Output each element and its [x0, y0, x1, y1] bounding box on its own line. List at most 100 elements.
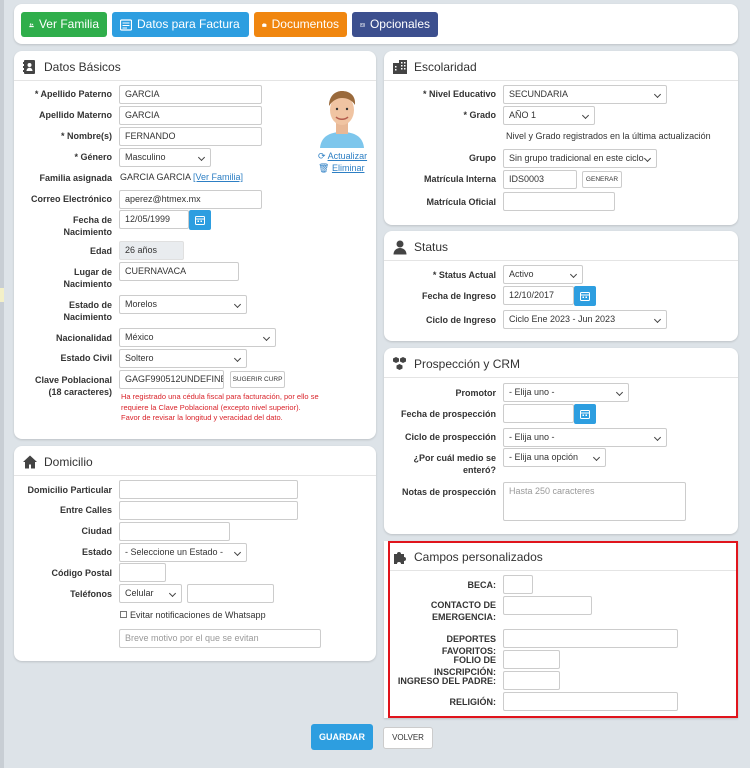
- volver-button[interactable]: VOLVER: [383, 727, 433, 749]
- folio-input[interactable]: [503, 650, 560, 669]
- divider: [390, 570, 736, 571]
- ciudad-input[interactable]: [119, 522, 230, 541]
- nivel-grado-note: Nivel y Grado registrados en la última a…: [506, 131, 711, 141]
- fecha-ingreso-input[interactable]: 12/10/2017: [503, 286, 574, 305]
- genero-label: * Género: [74, 152, 112, 162]
- guardar-button[interactable]: GUARDAR: [311, 724, 373, 750]
- divider: [14, 475, 376, 476]
- estado-select[interactable]: - Seleccione un Estado -: [119, 543, 247, 562]
- beca-input[interactable]: [503, 575, 533, 594]
- apellido-paterno-label: * Apellido Paterno: [34, 89, 112, 99]
- nombres-label: * Nombre(s): [60, 131, 112, 141]
- campos-personalizados-title-text: Campos personalizados: [414, 550, 543, 564]
- nacionalidad-select[interactable]: México: [119, 328, 276, 347]
- grado-label: * Grado: [463, 110, 496, 120]
- escolaridad-title: Escolaridad: [392, 59, 477, 75]
- ciclo-ingreso-label: Ciclo de Ingreso: [425, 315, 496, 325]
- genero-select[interactable]: Masculino: [119, 148, 211, 167]
- ver-familia-button[interactable]: Ver Familia: [21, 12, 107, 37]
- religion-label: RELIGIÓN:: [449, 697, 497, 707]
- eliminar-photo-link[interactable]: 🗑 Eliminar: [318, 163, 364, 174]
- lugar-nac-label: Lugar de Nacimiento: [20, 266, 112, 290]
- domicilio-title-text: Domicilio: [44, 455, 93, 469]
- lugar-nac-input[interactable]: CUERNAVACA: [119, 262, 239, 281]
- puzzle-icon: [394, 552, 406, 564]
- contacto-emergencia-input[interactable]: [503, 596, 592, 615]
- fecha-nac-calendar-button[interactable]: [189, 210, 211, 230]
- datos-basicos-title: Datos Básicos: [22, 59, 121, 75]
- home-icon: [23, 455, 37, 469]
- fecha-prospeccion-calendar-button[interactable]: [574, 404, 596, 424]
- nivel-select[interactable]: SECUNDARIA: [503, 85, 667, 104]
- medio-select[interactable]: - Elija una opción: [503, 448, 606, 467]
- nacionalidad-label: Nacionalidad: [55, 333, 112, 343]
- estado-civil-select[interactable]: Soltero: [119, 349, 247, 368]
- calendar-icon: [580, 292, 590, 301]
- opcionales-button[interactable]: Opcionales: [352, 12, 438, 37]
- matricula-interna-input[interactable]: IDS0003: [503, 170, 577, 189]
- fecha-prospeccion-input[interactable]: [503, 404, 574, 423]
- estado-nac-label: Estado de Nacimiento: [20, 299, 112, 323]
- building-icon: [393, 60, 407, 74]
- grado-select[interactable]: AÑO 1: [503, 106, 595, 125]
- calendar-icon: [195, 216, 205, 225]
- users-icon: [29, 22, 34, 27]
- calendar-icon: [580, 410, 590, 419]
- codigo-postal-input[interactable]: [119, 563, 166, 582]
- domicilio-particular-input[interactable]: [119, 480, 298, 499]
- curp-label: Clave Poblacional (18 caracteres): [20, 374, 112, 398]
- apellido-paterno-input[interactable]: GARCIA: [119, 85, 262, 104]
- nombres-input[interactable]: FERNANDO: [119, 127, 262, 146]
- notas-textarea[interactable]: Hasta 250 caracteres: [503, 482, 686, 521]
- evitar-whatsapp-checkbox[interactable]: [120, 611, 127, 618]
- correo-input[interactable]: aperez@htmex.mx: [119, 190, 262, 209]
- documentos-label: Documentos: [271, 17, 339, 31]
- estado-civil-label: Estado Civil: [60, 353, 112, 363]
- generar-button[interactable]: GENERAR: [582, 171, 622, 188]
- whatsapp-motivo-input[interactable]: Breve motivo por el que se evitan: [119, 629, 321, 648]
- telefono-input[interactable]: [187, 584, 274, 603]
- sugerir-curp-button[interactable]: SUGERIR CURP: [230, 371, 285, 388]
- ciudad-label: Ciudad: [81, 526, 113, 536]
- ciclo-ingreso-select[interactable]: Ciclo Ene 2023 - Jun 2023: [503, 310, 667, 329]
- entre-calles-input[interactable]: [119, 501, 298, 520]
- estado-nac-select[interactable]: Morelos: [119, 295, 247, 314]
- divider: [384, 260, 738, 261]
- eliminar-text: Eliminar: [331, 163, 365, 173]
- ingreso-padre-input[interactable]: [503, 671, 560, 690]
- apellido-materno-input[interactable]: GARCIA: [119, 106, 262, 125]
- datos-factura-button[interactable]: Datos para Factura: [112, 12, 249, 37]
- correo-label: Correo Electrónico: [30, 194, 112, 204]
- ver-familia-label: Ver Familia: [38, 17, 99, 31]
- page-left-edge: [0, 0, 4, 768]
- divider: [384, 377, 738, 378]
- medio-label-1: ¿Por cuál medio se: [413, 453, 496, 463]
- telefono-tipo-select[interactable]: Celular: [119, 584, 182, 603]
- actualizar-photo-link[interactable]: ⟳ Actualizar: [318, 151, 367, 162]
- telefonos-label: Teléfonos: [70, 589, 112, 599]
- trash-icon: 🗑: [318, 163, 330, 173]
- ciclo-prospeccion-select[interactable]: - Elija uno -: [503, 428, 667, 447]
- top-toolbar: Ver Familia Datos para Factura Documento…: [14, 4, 738, 44]
- promotor-select[interactable]: - Elija uno -: [503, 383, 629, 402]
- divider: [384, 80, 738, 81]
- contacto-label-2: EMERGENCIA:: [431, 612, 496, 622]
- fecha-nac-input[interactable]: 12/05/1999: [119, 210, 189, 229]
- opcionales-label: Opcionales: [369, 17, 430, 31]
- fecha-ingreso-label: Fecha de Ingreso: [421, 291, 496, 301]
- edad-label: Edad: [89, 246, 112, 256]
- matricula-oficial-input[interactable]: [503, 192, 615, 211]
- user-icon: [393, 240, 407, 255]
- prospeccion-title: Prospección y CRM: [392, 356, 520, 372]
- religion-input[interactable]: [503, 692, 678, 711]
- documentos-button[interactable]: Documentos: [254, 12, 347, 37]
- grupo-select[interactable]: Sin grupo tradicional en este ciclo: [503, 149, 657, 168]
- fecha-ingreso-calendar-button[interactable]: [574, 286, 596, 306]
- datos-basicos-title-text: Datos Básicos: [44, 60, 121, 74]
- estado-label: Estado: [81, 547, 112, 557]
- status-actual-label: * Status Actual: [432, 270, 496, 280]
- curp-input[interactable]: GAGF990512UNDEFINED: [119, 370, 224, 389]
- ver-familia-link[interactable]: [Ver Familia]: [193, 172, 243, 182]
- status-actual-select[interactable]: Activo: [503, 265, 583, 284]
- deportes-input[interactable]: [503, 629, 678, 648]
